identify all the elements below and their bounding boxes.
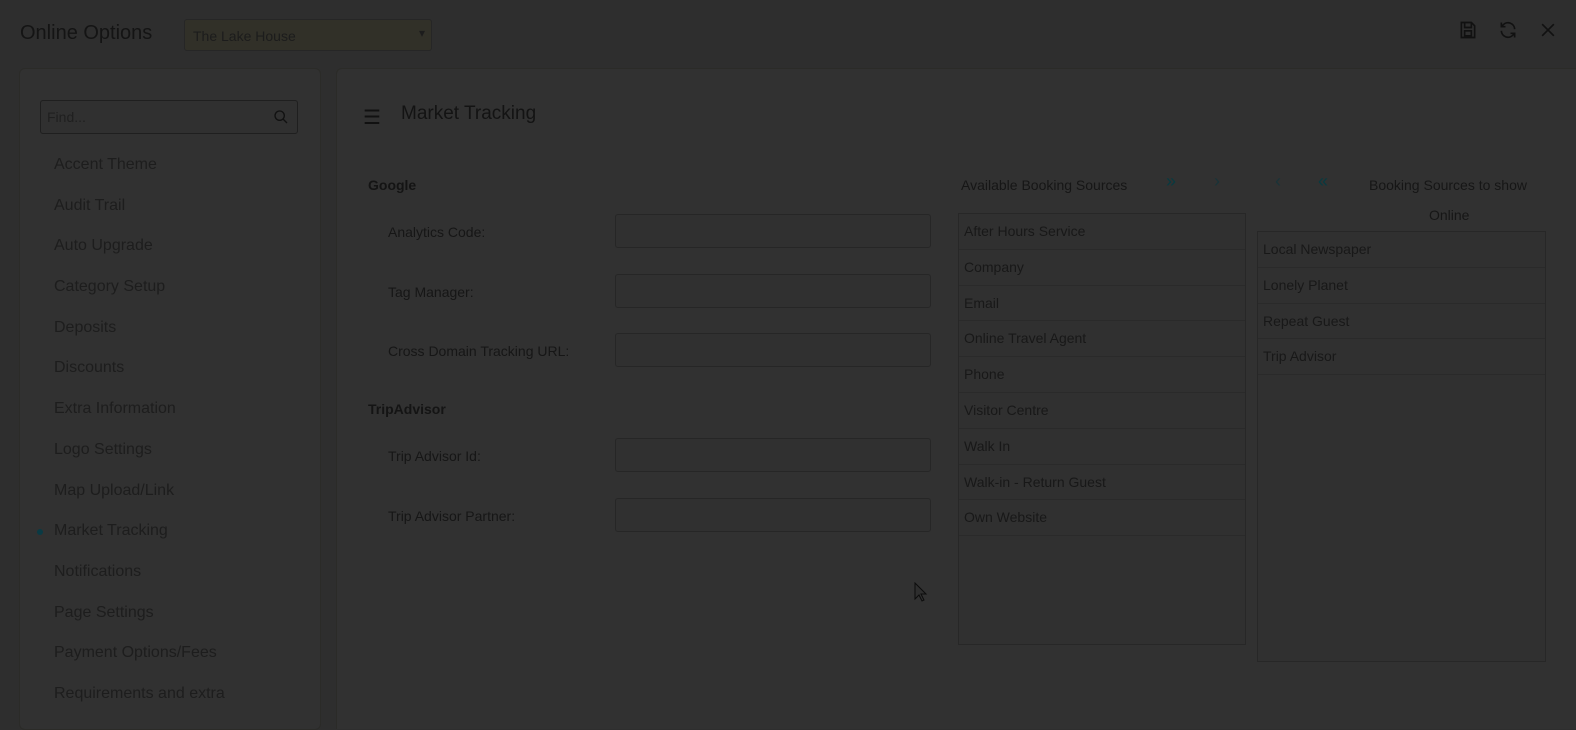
sidebar-item-payment-options[interactable]: Payment Options/Fees [20, 633, 320, 674]
sidebar-item-logo-settings[interactable]: Logo Settings [20, 430, 320, 471]
list-item[interactable]: Online Travel Agent [959, 321, 1245, 358]
sidebar-item-auto-upgrade[interactable]: Auto Upgrade [20, 226, 320, 267]
top-bar: Online Options The Lake House ▾ [0, 0, 1576, 66]
google-section-label: Google [368, 177, 417, 193]
list-item[interactable]: Own Website [959, 500, 1245, 537]
selected-sources-header-online: Online [1429, 207, 1470, 223]
search-icon[interactable] [273, 109, 289, 130]
list-item[interactable]: After Hours Service [959, 214, 1245, 250]
list-item[interactable]: Company [959, 250, 1245, 286]
tripadvisor-partner-label: Trip Advisor Partner: [388, 508, 516, 524]
tripadvisor-section-label: TripAdvisor [368, 401, 446, 417]
sidebar-item-deposits[interactable]: Deposits [20, 308, 320, 349]
sidebar-item-notifications[interactable]: Notifications [20, 552, 320, 593]
tag-manager-input[interactable] [615, 274, 931, 308]
property-select-value: The Lake House [193, 28, 296, 44]
refresh-icon[interactable] [1496, 18, 1520, 42]
move-left-icon[interactable]: ‹ [1275, 171, 1281, 192]
sidebar-item-audit-trail[interactable]: Audit Trail [20, 186, 320, 227]
selected-sources-header: Booking Sources to show [1369, 177, 1527, 193]
close-icon[interactable] [1536, 18, 1560, 42]
list-item[interactable]: Walk-in - Return Guest [959, 465, 1245, 501]
list-item[interactable]: Lonely Planet [1258, 268, 1545, 304]
sidebar-search [40, 100, 298, 134]
list-item[interactable]: Local Newspaper [1258, 232, 1545, 268]
available-sources-list: After Hours Service Company Email Online… [958, 213, 1246, 645]
move-all-left-icon[interactable]: « [1318, 171, 1328, 192]
list-item[interactable]: Walk In [959, 429, 1245, 465]
sidebar-search-input[interactable] [41, 101, 273, 133]
app-title: Online Options [20, 22, 153, 44]
move-right-icon[interactable]: › [1214, 171, 1220, 192]
list-item[interactable]: Email [959, 286, 1245, 322]
selected-sources-list: Local Newspaper Lonely Planet Repeat Gue… [1257, 231, 1546, 662]
tripadvisor-id-input[interactable] [615, 438, 931, 472]
list-item[interactable]: Visitor Centre [959, 393, 1245, 429]
property-select[interactable]: The Lake House ▾ [184, 19, 432, 51]
menu-icon[interactable]: ☰ [363, 105, 381, 130]
sidebar-item-extra-information[interactable]: Extra Information [20, 389, 320, 430]
tag-manager-label: Tag Manager: [388, 284, 474, 300]
sidebar-item-accent-theme[interactable]: Accent Theme [20, 145, 320, 186]
chevron-down-icon: ▾ [418, 26, 425, 40]
sidebar-item-requirements[interactable]: Requirements and extra [20, 674, 320, 715]
sidebar-nav: Accent Theme Audit Trail Auto Upgrade Ca… [20, 145, 320, 715]
page-title: Market Tracking [401, 103, 537, 124]
mouse-cursor-icon [914, 581, 928, 607]
sidebar-item-page-settings[interactable]: Page Settings [20, 593, 320, 634]
sidebar-item-map-upload[interactable]: Map Upload/Link [20, 471, 320, 512]
cross-domain-input[interactable] [615, 333, 931, 367]
sidebar: Accent Theme Audit Trail Auto Upgrade Ca… [19, 68, 321, 730]
tripadvisor-partner-input[interactable] [615, 498, 931, 532]
sidebar-item-discounts[interactable]: Discounts [20, 348, 320, 389]
analytics-code-input[interactable] [615, 214, 931, 248]
tripadvisor-id-label: Trip Advisor Id: [388, 448, 481, 464]
cross-domain-label: Cross Domain Tracking URL: [388, 343, 570, 359]
sidebar-item-market-tracking[interactable]: Market Tracking [20, 511, 320, 552]
list-item[interactable]: Trip Advisor [1258, 339, 1545, 376]
list-item[interactable]: Phone [959, 357, 1245, 393]
main-panel: ☰ Market Tracking Google Analytics Code:… [336, 68, 1576, 729]
sidebar-item-category-setup[interactable]: Category Setup [20, 267, 320, 308]
available-sources-header: Available Booking Sources [961, 177, 1128, 193]
analytics-code-label: Analytics Code: [388, 224, 486, 240]
list-item[interactable]: Repeat Guest [1258, 304, 1545, 340]
move-all-right-icon[interactable]: » [1166, 171, 1176, 192]
save-icon[interactable] [1456, 18, 1480, 42]
